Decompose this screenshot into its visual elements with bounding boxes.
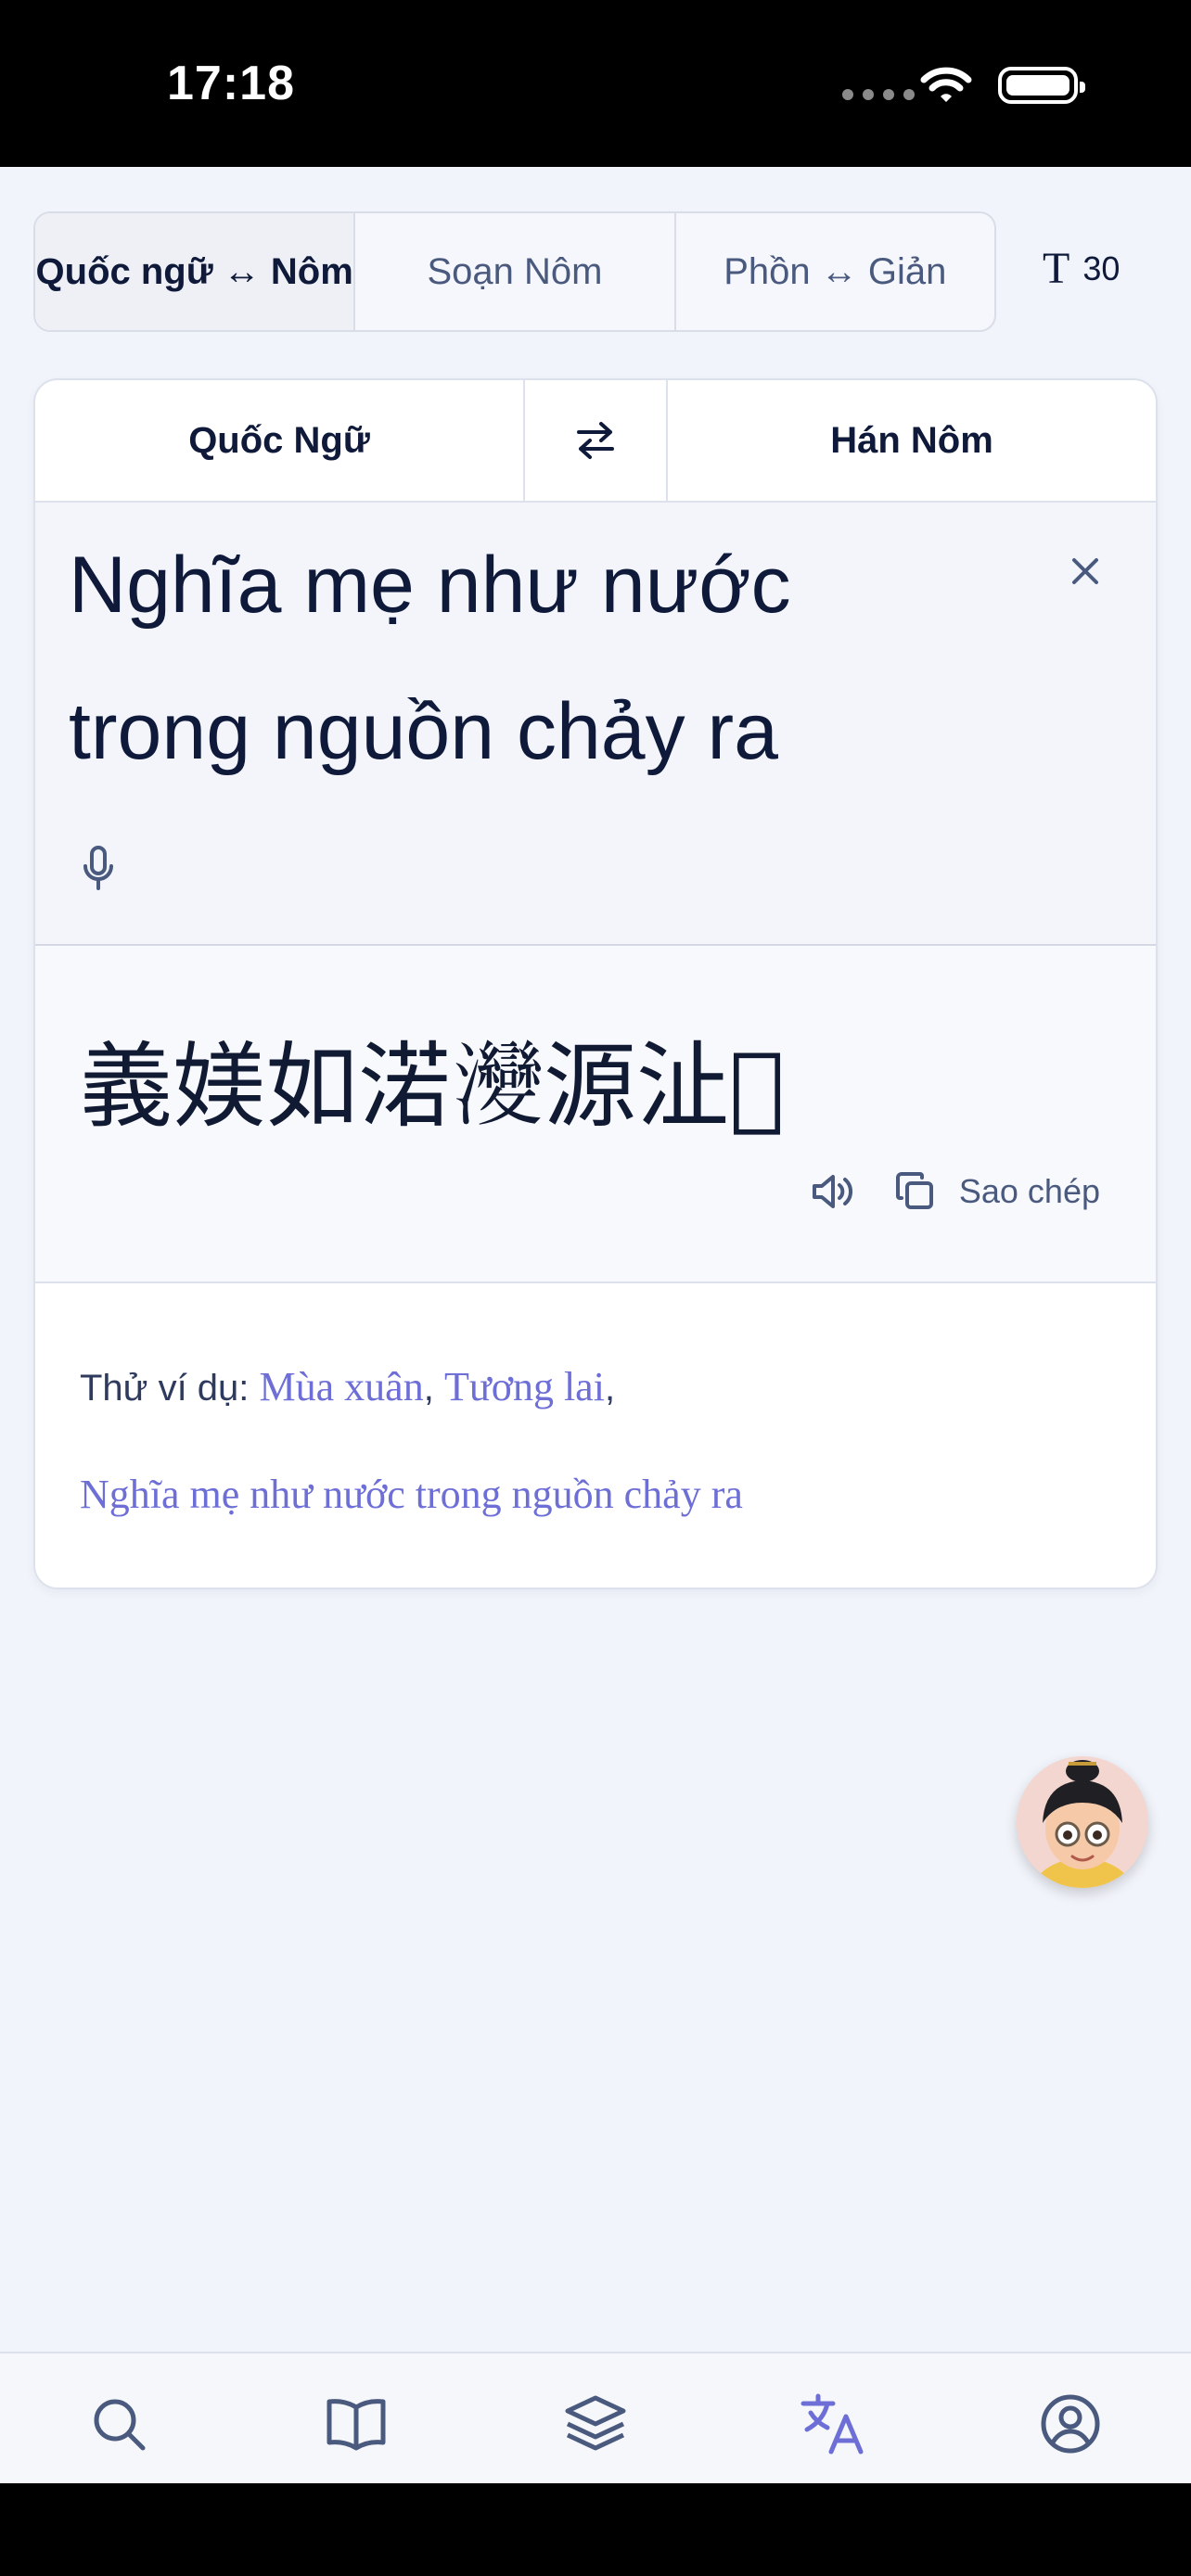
example-link-tuong-lai[interactable]: Tương lai [444,1364,605,1409]
tab-search[interactable] [82,2387,156,2461]
target-language-button[interactable]: Hán Nôm [668,380,1156,501]
swap-languages-button[interactable] [525,380,668,501]
speaker-icon[interactable] [809,1171,857,1212]
tab-soan-nom[interactable]: Soạn Nôm [355,213,676,330]
battery-icon [998,67,1085,104]
language-bar: Quốc Ngữ Hán Nôm [35,380,1156,503]
wifi-icon [920,67,972,102]
close-icon[interactable] [1067,553,1104,590]
signal-icon [842,89,915,100]
example-link-mua-xuan[interactable]: Mùa xuân [260,1364,424,1409]
copy-icon [895,1172,933,1209]
source-language-button[interactable]: Quốc Ngữ [35,380,525,501]
font-size-value: 30 [1082,249,1121,287]
tab-dictionary[interactable] [319,2387,393,2461]
source-text[interactable]: Nghĩa mẹ như nước trong nguồn chảy ra [69,512,996,805]
status-time: 17:18 [167,57,295,110]
tab-account[interactable] [1033,2387,1108,2461]
han-nom-output-text: 義媄如渃𤅶源沚𪽕 [80,1032,786,1141]
tab-quoc-ngu-nom[interactable]: Quốc ngữ ↔ Nôm [35,213,356,330]
output-actions: Sao chép [809,1170,1100,1213]
copy-label: Sao chép [958,1172,1100,1210]
search-icon [94,2399,146,2451]
examples-row-2: Nghĩa mẹ như nước trong nguồn chảy ra [80,1471,743,1518]
tab-flashcards[interactable] [558,2387,633,2461]
source-text-input[interactable]: Nghĩa mẹ như nước trong nguồn chảy ra [35,503,1156,946]
mode-segmented-control: Quốc ngữ ↔ Nôm Soạn Nôm Phồn ↔ Giản [33,211,996,332]
copy-button[interactable]: Sao chép [894,1170,1100,1213]
translate-icon [800,2393,864,2455]
home-indicator-area [0,2483,1191,2576]
swap-icon [577,422,614,459]
examples-label: Thử ví dụ: [80,1368,250,1409]
assistant-avatar-button[interactable] [1017,1756,1148,1888]
example-link-nghia-me[interactable]: Nghĩa mẹ như nước trong nguồn chảy ra [80,1472,743,1517]
tab-translate[interactable] [796,2387,870,2461]
layers-icon [565,2395,626,2451]
examples-row: Thử ví dụ: Mùa xuân, Tương lai, [80,1364,616,1409]
status-bar: 17:18 [0,0,1191,167]
user-icon [1041,2394,1100,2454]
microphone-icon[interactable] [80,844,117,892]
tab-phon-gian[interactable]: Phồn ↔ Giản [676,213,994,330]
source-text-line-2: trong nguồn chảy ra [69,687,778,776]
translator-card: Quốc Ngữ Hán Nôm Nghĩa mẹ như nước trong… [33,378,1158,1589]
book-icon [327,2399,386,2451]
text-size-icon: T [1043,244,1070,293]
bottom-tab-bar [0,2352,1191,2485]
translation-output: 義媄如渃𤅶源沚𪽕 Sao chép [35,946,1156,1283]
avatar-image [1017,1756,1148,1888]
font-size-button[interactable]: T 30 [1043,243,1120,294]
source-text-line-1: Nghĩa mẹ như nước [69,541,791,630]
